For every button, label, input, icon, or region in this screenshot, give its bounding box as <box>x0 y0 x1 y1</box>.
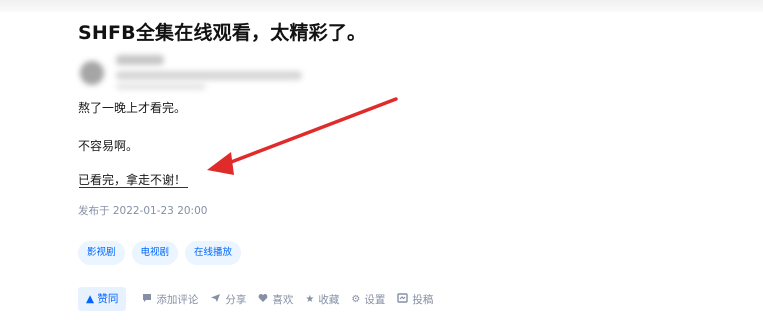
red-arrow-annotation <box>207 97 398 175</box>
